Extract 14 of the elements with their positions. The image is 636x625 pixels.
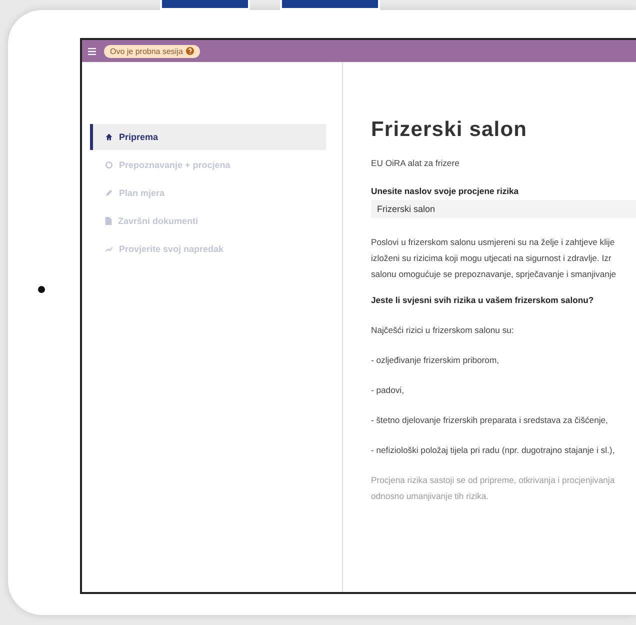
page-title: Frizerski salon xyxy=(371,118,528,142)
section-heading: Jeste li svjesni svih rizika u vašem frizerskom salonu? xyxy=(371,294,594,307)
trial-session-badge: Ovo je probna sesija xyxy=(104,44,200,58)
field-label: Unesite naslov svoje procjene rizika xyxy=(371,186,519,196)
text-line: - ozljeđivanje frizerskim priborom, xyxy=(371,354,500,367)
intro-paragraph: Poslovi u frizerskom salonu usmjereni su na želje i zahtjeve klije izloženi su rizicima koji mogu utjecati na sigurnost i zdravlje. Izr salonu omogućuje se prepoznavanje, sprječavanje i smanjivanje xyxy=(371,236,616,281)
sidebar-item[interactable]: Priprema xyxy=(90,124,326,150)
text-line: Najčešći rizici u frizerskom salonu su: xyxy=(371,324,515,337)
closing-paragraph: Procjena rizika sastoji se od pripreme, otkrivanja i procjenjivanja odnosno umanjivanje tih rizika. xyxy=(371,474,615,503)
text-line: - štetno djelovanje frizerskih preparata i sredstava za čišćenje, xyxy=(371,414,609,427)
input-field[interactable]: Frizerski salon xyxy=(371,200,636,218)
subtitle: EU OiRA alat za frizere xyxy=(371,158,460,168)
text-line: - nefiziološki položaj tijela pri radu (npr. dugotrajno stajanje i sl.), xyxy=(371,444,615,457)
text-line: - padovi, xyxy=(371,384,405,397)
